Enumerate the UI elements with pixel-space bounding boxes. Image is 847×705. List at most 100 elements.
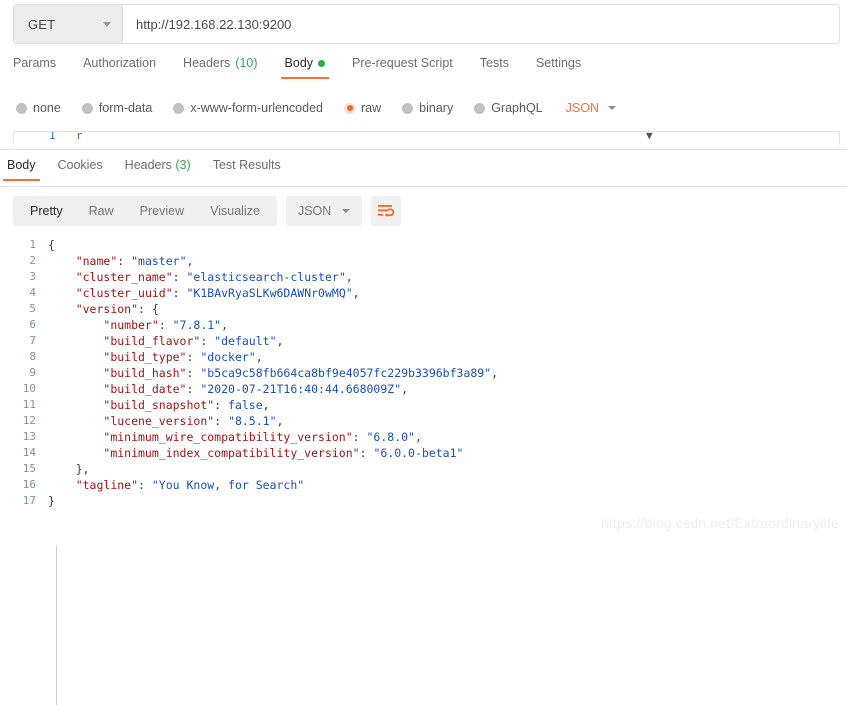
tab-pre-request-script[interactable]: Pre-request Script	[352, 56, 453, 79]
raw-format-select[interactable]: JSON	[566, 101, 616, 115]
word-wrap-button[interactable]	[371, 196, 402, 226]
response-tab-headers-count: (3)	[175, 158, 191, 172]
code-fold-guide	[56, 545, 57, 705]
request-body-editor[interactable]: 1 r ▼	[13, 131, 840, 145]
body-type-form-data[interactable]: form-data	[81, 101, 153, 115]
code-line: 6 "number": "7.8.1",	[0, 317, 847, 333]
tab-body[interactable]: Body	[280, 56, 329, 79]
body-status-dot-icon	[318, 59, 326, 67]
code-line: 13 "minimum_wire_compatibility_version":…	[0, 429, 847, 445]
code-line: 14 "minimum_index_compatibility_version"…	[0, 445, 847, 461]
code-token: ,	[276, 334, 284, 348]
view-mode-raw[interactable]: Raw	[76, 196, 127, 226]
line-content: {	[48, 237, 847, 253]
response-tab-headers[interactable]: Headers (3)	[125, 158, 191, 181]
response-tab-cookies[interactable]: Cookies	[58, 158, 103, 181]
line-number: 1	[29, 238, 36, 251]
line-content: "minimum_wire_compatibility_version": "6…	[48, 429, 847, 445]
tab-params[interactable]: Params	[13, 56, 56, 79]
code-token: "cluster_name"	[75, 270, 173, 284]
tab-tests[interactable]: Tests	[480, 56, 509, 79]
code-token: "docker"	[200, 350, 256, 364]
body-type-none[interactable]: none	[16, 101, 61, 115]
line-number: 8	[29, 350, 36, 363]
code-token: :	[214, 398, 229, 412]
line-content: "build_flavor": "default",	[48, 333, 847, 349]
code-token: ,	[186, 254, 194, 268]
code-line: 8 "build_type": "docker",	[0, 349, 847, 365]
code-lines-container: 1{2 "name": "master", 3 "cluster_name": "…	[0, 237, 847, 509]
word-wrap-icon	[378, 205, 395, 217]
code-token: ,	[401, 382, 409, 396]
line-number: 11	[22, 398, 36, 411]
code-token: :	[172, 286, 187, 300]
code-token: "You Know, for Search"	[151, 478, 305, 492]
body-type-urlencoded[interactable]: x-www-form-urlencoded	[173, 101, 323, 115]
response-content-type-select[interactable]: JSON	[285, 196, 363, 226]
body-type-binary[interactable]: binary	[402, 101, 453, 115]
body-type-graphql[interactable]: GraphQL	[474, 101, 543, 115]
code-token: false	[228, 398, 263, 412]
radio-icon	[173, 102, 185, 114]
tab-headers[interactable]: Headers (10)	[183, 56, 257, 79]
view-mode-preview[interactable]: Preview	[127, 196, 197, 226]
response-content-type-label: JSON	[297, 204, 332, 218]
http-method-select[interactable]: GET	[14, 5, 123, 43]
tab-settings-label: Settings	[535, 56, 582, 70]
code-line: 4 "cluster_uuid": "K1BAvRyaSLKw6DAWNr0wM…	[0, 285, 847, 301]
code-token: },	[48, 462, 90, 476]
url-input[interactable]: http://192.168.22.130:9200	[123, 5, 839, 43]
code-token: "tagline"	[75, 478, 139, 492]
code-token: "lucene_version"	[103, 414, 215, 428]
line-number: 10	[22, 382, 36, 395]
view-mode-pretty[interactable]: Pretty	[17, 196, 76, 226]
code-token: ,	[221, 318, 229, 332]
code-token: "cluster_uuid"	[75, 286, 173, 300]
tab-authorization[interactable]: Authorization	[83, 56, 156, 79]
code-token: "6.8.0"	[366, 430, 415, 444]
response-tab-headers-label: Headers	[124, 158, 172, 172]
response-tab-test-results[interactable]: Test Results	[213, 158, 281, 181]
editor-glyph: 1	[49, 131, 56, 142]
line-number: 2	[29, 254, 36, 267]
line-number: 6	[29, 318, 36, 331]
line-content: "name": "master",	[48, 253, 847, 269]
body-type-raw[interactable]: raw	[344, 101, 381, 115]
tab-headers-label: Headers	[183, 56, 231, 70]
tab-tests-label: Tests	[479, 56, 509, 70]
chevron-down-icon	[103, 21, 111, 27]
code-token: "build_hash"	[103, 366, 187, 380]
tab-pre-request-script-label: Pre-request Script	[352, 56, 453, 70]
code-token: {	[48, 238, 55, 252]
code-line: 1{	[0, 237, 847, 253]
code-token: "version"	[75, 302, 139, 316]
chevron-down-icon	[607, 106, 616, 110]
line-number: 9	[29, 366, 36, 379]
code-token: :	[172, 270, 187, 284]
response-tab-body[interactable]: Body	[3, 158, 39, 181]
http-method-label: GET	[28, 16, 56, 32]
view-mode-visualize[interactable]: Visualize	[197, 196, 273, 226]
line-content: "cluster_uuid": "K1BAvRyaSLKw6DAWNr0wMQ"…	[48, 285, 847, 301]
code-token: :	[186, 350, 201, 364]
line-number: 13	[22, 430, 36, 443]
line-number: 3	[29, 270, 36, 283]
body-type-form-data-label: form-data	[98, 101, 153, 115]
code-token: "7.8.1"	[172, 318, 222, 332]
tab-settings[interactable]: Settings	[536, 56, 581, 79]
body-type-raw-label: raw	[361, 101, 382, 115]
tab-body-label: Body	[284, 56, 314, 70]
request-tab-bar: Params Authorization Headers (10) Body P…	[0, 56, 847, 87]
code-token: :	[359, 446, 374, 460]
code-token: "build_date"	[103, 382, 187, 396]
tab-headers-count: (10)	[235, 56, 258, 70]
code-token: ,	[414, 430, 422, 444]
chevron-down-icon	[342, 209, 351, 213]
response-body-json-viewer[interactable]: 1{2 "name": "master", 3 "cluster_name": "…	[0, 237, 847, 705]
line-number: 12	[22, 414, 36, 427]
